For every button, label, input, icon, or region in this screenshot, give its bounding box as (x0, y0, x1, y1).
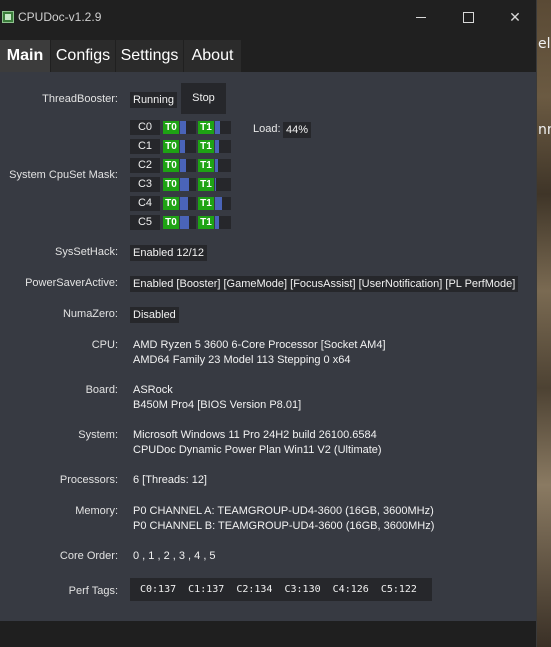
memory-line-1: P0 CHANNEL A: TEAMGROUP-UD4-3600 (16GB, … (133, 505, 434, 517)
tab-settings[interactable]: Settings (116, 40, 184, 72)
powersaver-label: PowerSaverActive: (25, 277, 118, 289)
perf-tags-label: Perf Tags: (68, 585, 118, 597)
thread-0-load-fill (180, 178, 189, 191)
system-label: System: (78, 429, 118, 441)
cpu-label: CPU: (91, 339, 118, 351)
thread-0-toggle[interactable]: T0 (163, 178, 179, 191)
thread-0-toggle[interactable]: T0 (163, 121, 179, 134)
thread-0-toggle[interactable]: T0 (163, 197, 179, 210)
memory-line-2: P0 CHANNEL B: TEAMGROUP-UD4-3600 (16GB, … (133, 520, 435, 532)
numazero-label: NumaZero: (62, 308, 118, 320)
core-order-value: 0 , 1 , 2 , 3 , 4 , 5 (133, 550, 216, 562)
thread-1-load-fill (215, 140, 219, 153)
powersaver-value: Enabled [Booster] [GameMode] [FocusAssis… (130, 276, 519, 292)
system-line-1: Microsoft Windows 11 Pro 24H2 build 2610… (133, 429, 377, 441)
load-value: 44% (283, 122, 312, 138)
bottom-strip (0, 621, 536, 647)
threadbooster-status: Running (130, 92, 177, 108)
core-name: C1 (130, 139, 160, 154)
thread-0-load-bar (180, 159, 196, 172)
app-window: CPUDoc-v1.2.9 ✕ Main Configs Settings Ab… (0, 0, 537, 647)
thread-1-load-fill (215, 216, 219, 229)
memory-label: Memory: (75, 505, 118, 517)
core-name: C3 (130, 177, 160, 192)
numazero-value: Disabled (130, 307, 179, 323)
cpu-line-1: AMD Ryzen 5 3600 6-Core Processor [Socke… (133, 339, 386, 351)
maximize-icon (462, 11, 474, 23)
thread-0-load-fill (180, 197, 188, 210)
core-order-label: Core Order: (59, 550, 118, 562)
threadbooster-label: ThreadBooster: (42, 93, 118, 105)
thread-1-load-bar (215, 216, 231, 229)
board-label: Board: (85, 384, 118, 396)
desktop-text-fragment: el (538, 36, 551, 52)
thread-1-load-fill (215, 159, 218, 172)
title-bar[interactable]: CPUDoc-v1.2.9 ✕ (0, 0, 536, 34)
thread-1-load-bar (215, 121, 231, 134)
thread-1-toggle[interactable]: T1 (198, 140, 214, 153)
thread-1-toggle[interactable]: T1 (198, 216, 214, 229)
system-line-2: CPUDoc Dynamic Power Plan Win11 V2 (Ulti… (133, 444, 382, 456)
thread-0-load-bar (180, 197, 196, 210)
thread-1-load-bar (215, 178, 231, 191)
thread-0-load-fill (180, 159, 186, 172)
syssethack-label: SysSetHack: (55, 246, 118, 258)
thread-1-load-bar (215, 159, 231, 172)
processors-value: 6 [Threads: 12] (133, 474, 207, 486)
thread-1-load-bar (215, 140, 231, 153)
thread-0-load-fill (180, 140, 185, 153)
thread-1-toggle[interactable]: T1 (198, 121, 214, 134)
thread-0-load-fill (180, 121, 186, 134)
thread-0-toggle[interactable]: T0 (163, 216, 179, 229)
app-icon (2, 11, 14, 23)
desktop-background (536, 0, 551, 647)
board-line-1: ASRock (133, 384, 173, 396)
tab-configs[interactable]: Configs (51, 40, 116, 72)
close-icon: ✕ (509, 8, 521, 25)
board-line-2: B450M Pro4 [BIOS Version P8.01] (133, 399, 302, 411)
tab-about[interactable]: About (184, 40, 242, 72)
thread-0-toggle[interactable]: T0 (163, 140, 179, 153)
core-name: C2 (130, 158, 160, 173)
thread-1-load-bar (215, 197, 231, 210)
cpu-line-2: AMD64 Family 23 Model 113 Stepping 0 x64 (133, 354, 351, 366)
maximize-button[interactable] (445, 0, 491, 34)
thread-1-toggle[interactable]: T1 (198, 178, 214, 191)
thread-0-load-fill (180, 216, 189, 229)
processors-label: Processors: (59, 474, 118, 486)
thread-1-load-fill (215, 178, 216, 191)
thread-0-load-bar (180, 178, 196, 191)
tab-main[interactable]: Main (0, 40, 51, 72)
thread-0-toggle[interactable]: T0 (163, 159, 179, 172)
perf-tags-value: C0:137 C1:137 C2:134 C3:130 C4:126 C5:12… (130, 578, 432, 601)
minimize-button[interactable] (398, 0, 444, 34)
syssethack-value: Enabled 12/12 (130, 245, 207, 261)
window-title: CPUDoc-v1.2.9 (18, 10, 102, 24)
thread-0-load-bar (180, 121, 196, 134)
load-label: Load: (253, 123, 281, 135)
thread-1-load-fill (215, 121, 220, 134)
minimize-icon (416, 16, 426, 18)
thread-1-toggle[interactable]: T1 (198, 197, 214, 210)
stop-button[interactable]: Stop (181, 83, 226, 114)
core-name: C4 (130, 196, 160, 211)
close-button[interactable]: ✕ (492, 0, 538, 34)
cpuset-mask-label: System CpuSet Mask: (9, 169, 118, 181)
core-name: C5 (130, 215, 160, 230)
thread-1-load-fill (215, 197, 222, 210)
thread-0-load-bar (180, 216, 196, 229)
desktop-text-fragment: nn (538, 122, 551, 138)
tab-bar: Main Configs Settings About (0, 40, 536, 72)
thread-1-toggle[interactable]: T1 (198, 159, 214, 172)
core-name: C0 (130, 120, 160, 135)
thread-0-load-bar (180, 140, 196, 153)
